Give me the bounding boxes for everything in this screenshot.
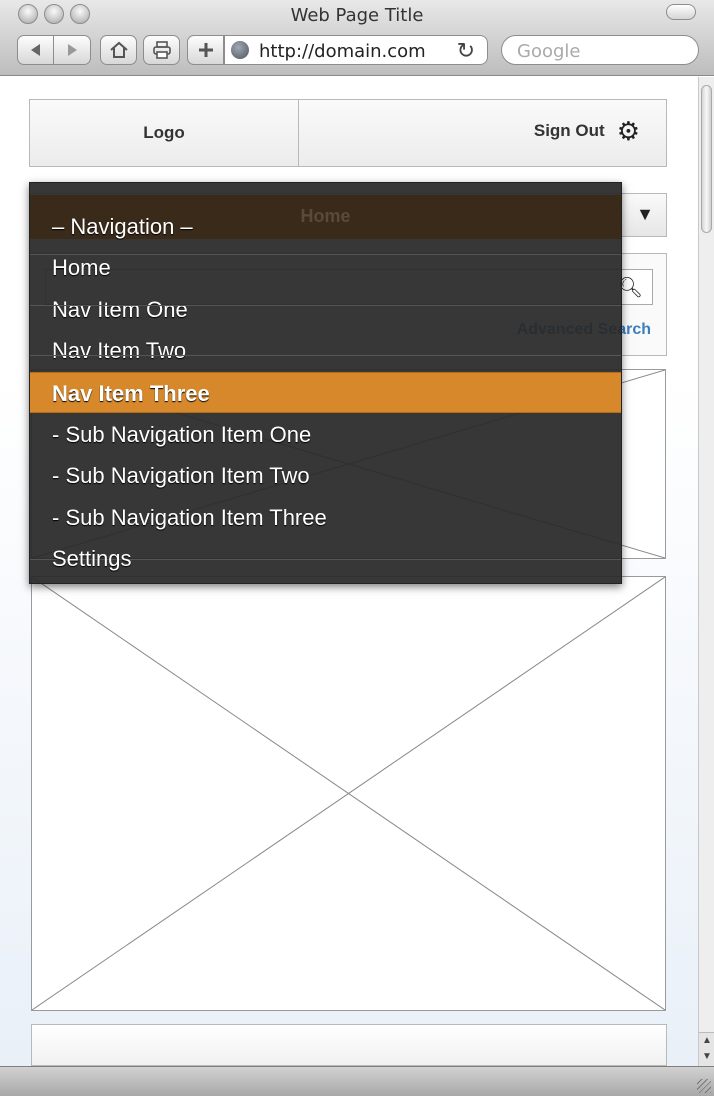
window-title: Web Page Title bbox=[290, 5, 424, 26]
chevron-down-icon[interactable]: ▼ bbox=[636, 204, 654, 225]
google-search-field[interactable]: Google bbox=[501, 35, 699, 65]
nav-buttons bbox=[17, 35, 91, 65]
add-icon[interactable] bbox=[187, 35, 224, 65]
gear-icon[interactable]: ⚙ bbox=[617, 118, 640, 144]
sign-out-link[interactable]: Sign Out ⚙ bbox=[533, 118, 640, 144]
resize-grip-icon[interactable] bbox=[697, 1079, 711, 1093]
menu-item-nav-three[interactable]: Nav Item Three bbox=[30, 372, 621, 413]
status-bar bbox=[0, 1066, 714, 1096]
navigation-dropdown: Home – Navigation – Home Nav Item One Na… bbox=[29, 182, 622, 584]
divider bbox=[30, 355, 621, 356]
image-placeholder bbox=[31, 576, 666, 1011]
title-bar: Web Page Title http://domain.com ↻ Googl… bbox=[0, 0, 714, 76]
url-text: http://domain.com bbox=[259, 41, 426, 62]
toolbar-toggle-button[interactable] bbox=[666, 4, 696, 20]
dropdown-heading: – Navigation – bbox=[52, 214, 193, 239]
globe-icon bbox=[231, 41, 249, 59]
site-header: Logo Sign Out ⚙ bbox=[29, 99, 667, 167]
menu-item-settings[interactable]: Settings bbox=[30, 538, 621, 579]
menu-item-sub-one[interactable]: - Sub Navigation Item One bbox=[30, 414, 621, 455]
forward-icon[interactable] bbox=[54, 36, 90, 64]
scroll-arrows[interactable]: ▲ ▼ bbox=[699, 1032, 714, 1066]
sign-out-label: Sign Out bbox=[533, 121, 605, 140]
footer-bar bbox=[31, 1024, 667, 1066]
print-icon[interactable] bbox=[143, 35, 180, 65]
vertical-scrollbar[interactable]: ▲ ▼ bbox=[698, 77, 714, 1066]
logo[interactable]: Logo bbox=[30, 100, 299, 166]
menu-item-nav-two[interactable]: Nav Item Two bbox=[30, 330, 621, 371]
back-icon[interactable] bbox=[18, 36, 54, 64]
browser-window: Web Page Title http://domain.com ↻ Googl… bbox=[0, 0, 714, 1096]
url-field[interactable]: http://domain.com ↻ bbox=[224, 35, 488, 65]
menu-item-home[interactable]: Home bbox=[30, 247, 621, 288]
home-icon[interactable] bbox=[100, 35, 137, 65]
menu-item-sub-three[interactable]: - Sub Navigation Item Three bbox=[30, 497, 621, 538]
reload-icon[interactable]: ↻ bbox=[457, 38, 475, 64]
google-search-placeholder: Google bbox=[517, 41, 581, 62]
scrollbar-thumb[interactable] bbox=[701, 85, 712, 233]
divider bbox=[30, 305, 621, 306]
menu-item-sub-two[interactable]: - Sub Navigation Item Two bbox=[30, 455, 621, 496]
menu-item-nav-one[interactable]: Nav Item One bbox=[30, 289, 621, 330]
